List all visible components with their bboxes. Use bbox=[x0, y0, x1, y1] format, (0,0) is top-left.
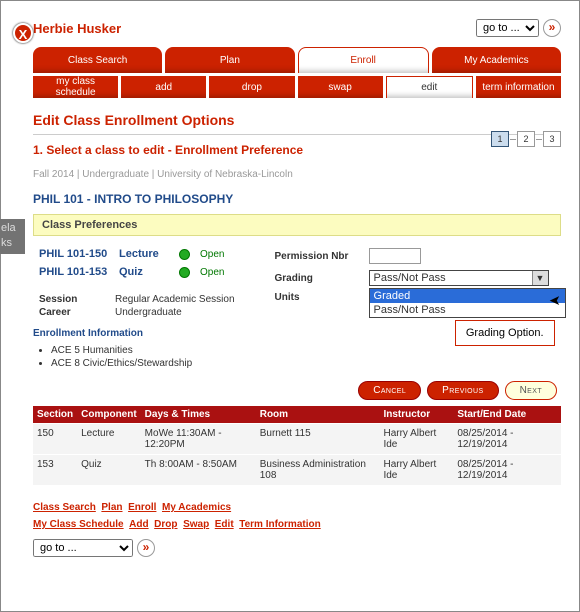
subtab-term-information[interactable]: term information bbox=[476, 76, 561, 98]
subtitle: 1. Select a class to edit - Enrollment P… bbox=[33, 143, 561, 157]
next-button[interactable]: Next bbox=[505, 381, 557, 400]
permission-input[interactable] bbox=[369, 248, 421, 264]
open-status-text: Open bbox=[200, 249, 224, 260]
schedule-table: SectionComponentDays & TimesRoomInstruct… bbox=[33, 406, 561, 485]
component-row: PHIL 101-150 Lecture Open bbox=[39, 248, 235, 260]
table-cell-component: Quiz bbox=[77, 455, 141, 486]
table-cell-dates: 08/25/2014 - 12/19/2014 bbox=[453, 455, 561, 486]
bottom-link-my-academics[interactable]: My Academics bbox=[162, 502, 231, 513]
tab-my-academics[interactable]: My Academics bbox=[432, 47, 561, 73]
bottom-link-swap[interactable]: Swap bbox=[183, 519, 209, 530]
cursor-icon: ➤ bbox=[549, 292, 561, 309]
table-cell-room: Business Administration 108 bbox=[256, 455, 380, 486]
table-header: Component bbox=[77, 406, 141, 424]
open-status-icon bbox=[179, 267, 190, 278]
component-row: PHIL 101-153 Quiz Open bbox=[39, 266, 235, 278]
subtab-drop[interactable]: drop bbox=[209, 76, 294, 98]
session-value: Regular Academic Session bbox=[115, 294, 235, 305]
table-header: Room bbox=[256, 406, 380, 424]
tab-class-search[interactable]: Class Search bbox=[33, 47, 162, 73]
component-code: PHIL 101-153 bbox=[39, 266, 109, 278]
subtab-edit[interactable]: edit bbox=[386, 76, 473, 98]
goto-top: go to ... » bbox=[476, 19, 561, 37]
table-cell-section: 150 bbox=[33, 424, 77, 455]
table-header: Section bbox=[33, 406, 77, 424]
bottom-link-drop[interactable]: Drop bbox=[154, 519, 177, 530]
open-status-icon bbox=[179, 249, 190, 260]
session-label: Session bbox=[39, 294, 109, 305]
grading-label: Grading bbox=[275, 273, 363, 284]
units-label: Units bbox=[275, 292, 363, 303]
table-cell-section: 153 bbox=[33, 455, 77, 486]
course-heading: PHIL 101 - INTRO TO PHILOSOPHY bbox=[33, 192, 561, 206]
step-1[interactable]: 1 bbox=[491, 131, 509, 147]
subtab-swap[interactable]: swap bbox=[298, 76, 383, 98]
goto-select-bottom[interactable]: go to ... bbox=[33, 539, 133, 557]
career-label: Career bbox=[39, 307, 109, 318]
table-row: 153QuizTh 8:00AM - 8:50AMBusiness Admini… bbox=[33, 455, 561, 486]
step-3[interactable]: 3 bbox=[543, 131, 561, 147]
component-type: Quiz bbox=[119, 266, 169, 278]
table-header: Days & Times bbox=[141, 406, 256, 424]
table-header: Start/End Date bbox=[453, 406, 561, 424]
title-divider: 123 bbox=[33, 134, 561, 135]
step-2[interactable]: 2 bbox=[517, 131, 535, 147]
table-row: 150LectureMoWe 11:30AM - 12:20PMBurnett … bbox=[33, 424, 561, 455]
table-cell-room: Burnett 115 bbox=[256, 424, 380, 455]
bottom-link-my-class-schedule[interactable]: My Class Schedule bbox=[33, 519, 124, 530]
table-cell-component: Lecture bbox=[77, 424, 141, 455]
chevron-down-icon[interactable]: ▼ bbox=[532, 271, 548, 285]
page-title: Edit Class Enrollment Options bbox=[33, 112, 561, 128]
grading-select[interactable]: Pass/Not Pass ▼ bbox=[369, 270, 549, 286]
enrollment-info-item: ACE 5 Humanities bbox=[51, 345, 561, 356]
term-meta: Fall 2014 | Undergraduate | University o… bbox=[33, 169, 561, 180]
bottom-link-term-information[interactable]: Term Information bbox=[239, 519, 320, 530]
goto-select-top[interactable]: go to ... bbox=[476, 19, 539, 37]
close-icon[interactable]: X bbox=[13, 23, 33, 43]
subtab-my-class-schedule[interactable]: my class schedule bbox=[33, 76, 118, 98]
sub-tabs: my class scheduleadddropswapeditterm inf… bbox=[33, 76, 561, 98]
enrollment-info-item: ACE 8 Civic/Ethics/Stewardship bbox=[51, 358, 561, 369]
bottom-link-plan[interactable]: Plan bbox=[101, 502, 122, 513]
bottom-link-edit[interactable]: Edit bbox=[215, 519, 234, 530]
table-cell-dates: 08/25/2014 - 12/19/2014 bbox=[453, 424, 561, 455]
table-cell-instr: Harry Albert Ide bbox=[379, 455, 453, 486]
career-value: Undergraduate bbox=[115, 307, 182, 318]
goto-go-button-top[interactable]: » bbox=[543, 19, 561, 37]
grading-selected-value: Pass/Not Pass bbox=[374, 272, 446, 284]
app-window: X ela ks Herbie Husker go to ... » Class… bbox=[0, 0, 580, 612]
open-status-text: Open bbox=[200, 267, 224, 278]
bottom-links: Class Search Plan Enroll My Academics My… bbox=[33, 499, 561, 533]
grading-option[interactable]: Graded bbox=[370, 289, 565, 303]
component-type: Lecture bbox=[119, 248, 169, 260]
bottom-link-add[interactable]: Add bbox=[129, 519, 148, 530]
step-indicator: 123 bbox=[491, 131, 561, 147]
table-cell-times: Th 8:00AM - 8:50AM bbox=[141, 455, 256, 486]
bottom-link-class-search[interactable]: Class Search bbox=[33, 502, 96, 513]
student-name: Herbie Husker bbox=[33, 21, 121, 36]
previous-button[interactable]: Previous bbox=[427, 381, 498, 400]
main-tabs: Class SearchPlanEnrollMy Academics bbox=[33, 47, 561, 73]
permission-label: Permission Nbr bbox=[275, 251, 363, 262]
grading-dropdown-list: GradedPass/Not Pass bbox=[369, 288, 566, 318]
grading-option[interactable]: Pass/Not Pass bbox=[370, 303, 565, 317]
table-header: Instructor bbox=[379, 406, 453, 424]
component-code: PHIL 101-150 bbox=[39, 248, 109, 260]
cancel-button[interactable]: Cancel bbox=[358, 381, 421, 400]
table-cell-times: MoWe 11:30AM - 12:20PM bbox=[141, 424, 256, 455]
tab-plan[interactable]: Plan bbox=[165, 47, 294, 73]
grading-callout: Grading Option. bbox=[455, 320, 555, 346]
enrollment-info-list: ACE 5 Humanities ACE 8 Civic/Ethics/Stewa… bbox=[51, 345, 561, 369]
bottom-link-enroll[interactable]: Enroll bbox=[128, 502, 156, 513]
table-cell-instr: Harry Albert Ide bbox=[379, 424, 453, 455]
class-preferences-header: Class Preferences bbox=[33, 214, 561, 236]
side-background-text: ela ks bbox=[0, 219, 25, 254]
subtab-add[interactable]: add bbox=[121, 76, 206, 98]
tab-enroll[interactable]: Enroll bbox=[298, 47, 429, 73]
goto-go-button-bottom[interactable]: » bbox=[137, 539, 155, 557]
